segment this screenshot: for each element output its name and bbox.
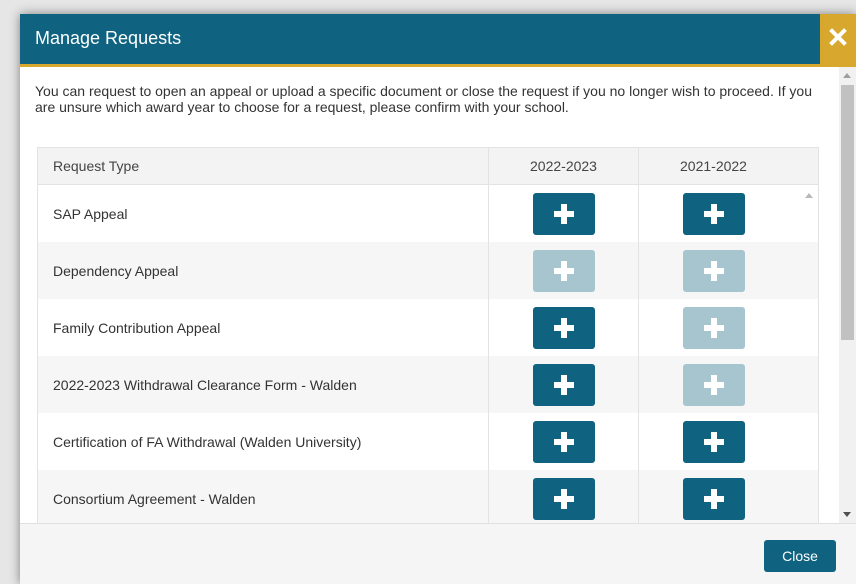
manage-requests-modal: Manage Requests You can request to open … [20, 14, 856, 584]
table-scrollbar[interactable] [800, 185, 818, 523]
plus-icon [703, 488, 724, 509]
year-cell [638, 413, 788, 470]
add-request-button [682, 363, 745, 406]
request-type-label: Family Contribution Appeal [53, 319, 221, 336]
request-type-label: Consortium Agreement - Walden [53, 490, 256, 507]
add-request-button[interactable] [682, 420, 745, 463]
modal-body: You can request to open an appeal or upl… [20, 67, 856, 523]
request-type-label: 2022-2023 Withdrawal Clearance Form - Wa… [53, 376, 357, 393]
add-request-button[interactable] [682, 192, 745, 235]
year-cell [488, 299, 638, 356]
year-cell [638, 356, 788, 413]
request-type-label: SAP Appeal [53, 205, 128, 222]
close-button[interactable]: Close [764, 540, 836, 572]
year-cell [638, 242, 788, 299]
header-2022-2023: 2022-2023 [488, 148, 638, 184]
plus-icon [703, 431, 724, 452]
plus-icon [703, 203, 724, 224]
year-cell [638, 299, 788, 356]
plus-icon [703, 260, 724, 281]
close-modal-button[interactable] [820, 14, 856, 64]
modal-title: Manage Requests [35, 28, 182, 48]
add-request-button[interactable] [532, 306, 595, 349]
table-row: SAP Appeal [38, 185, 818, 242]
plus-icon [703, 317, 724, 338]
add-request-button[interactable] [682, 477, 745, 520]
table-row: Family Contribution Appeal [38, 299, 818, 356]
close-x-icon [829, 28, 847, 46]
scroll-up-arrow-icon[interactable] [843, 73, 851, 78]
year-cell [488, 356, 638, 413]
plus-icon [553, 374, 574, 395]
scroll-down-arrow-icon[interactable] [843, 512, 851, 517]
scroll-up-arrow-icon[interactable] [805, 193, 813, 198]
add-request-button [682, 249, 745, 292]
add-request-button[interactable] [532, 192, 595, 235]
table-row: Consortium Agreement - Walden [38, 470, 818, 523]
requests-table: Request Type 2022-2023 2021-2022 SAP App… [37, 147, 819, 523]
add-request-button [532, 249, 595, 292]
scrollbar-thumb[interactable] [841, 85, 854, 340]
table-row: Certification of FA Withdrawal (Walden U… [38, 413, 818, 470]
add-request-button[interactable] [532, 420, 595, 463]
plus-icon [553, 488, 574, 509]
add-request-button [682, 306, 745, 349]
year-cell [488, 413, 638, 470]
plus-icon [553, 260, 574, 281]
year-cell [488, 185, 638, 242]
table-row: 2022-2023 Withdrawal Clearance Form - Wa… [38, 356, 818, 413]
modal-scrollbar[interactable] [839, 67, 856, 523]
header-2021-2022: 2021-2022 [638, 148, 788, 184]
modal-footer: Close [20, 523, 856, 584]
add-request-button[interactable] [532, 477, 595, 520]
year-cell [638, 470, 788, 523]
table-row: Dependency Appeal [38, 242, 818, 299]
intro-text: You can request to open an appeal or upl… [35, 83, 812, 115]
header-spacer [788, 148, 816, 184]
year-cell [488, 470, 638, 523]
plus-icon [703, 374, 724, 395]
plus-icon [553, 317, 574, 338]
table-header: Request Type 2022-2023 2021-2022 [38, 148, 818, 185]
request-type-label: Dependency Appeal [53, 262, 179, 279]
plus-icon [553, 203, 574, 224]
year-cell [638, 185, 788, 242]
modal-header: Manage Requests [20, 14, 856, 64]
header-request-type: Request Type [53, 158, 140, 174]
plus-icon [553, 431, 574, 452]
add-request-button[interactable] [532, 363, 595, 406]
year-cell [488, 242, 638, 299]
table-body: SAP Appeal Dependency Appeal Family Contri… [38, 185, 818, 523]
request-type-label: Certification of FA Withdrawal (Walden U… [53, 433, 362, 450]
